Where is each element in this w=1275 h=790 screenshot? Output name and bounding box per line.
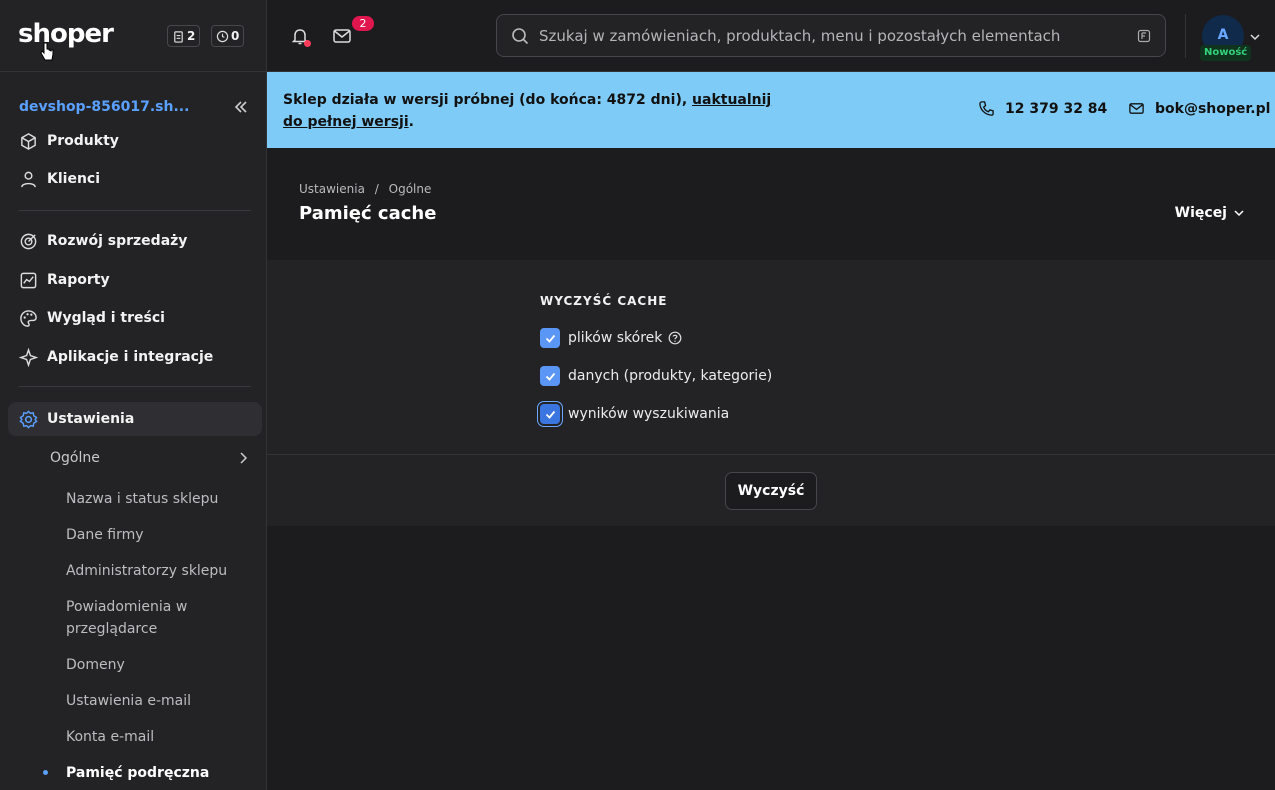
option-label: plików skórek [568,330,663,346]
check-icon [545,410,555,419]
page-title: Pamięć cache [299,203,437,224]
breadcrumb-current[interactable]: Ogólne [389,182,432,196]
sparkle-icon [19,347,38,367]
submenu-leaf-konta-email[interactable]: Konta e-mail [66,726,246,748]
submenu-ogolne[interactable]: Ogólne [50,443,250,473]
email-address: bok@shoper.pl [1155,100,1271,117]
global-search[interactable] [496,14,1166,57]
submenu-leaf-ustawienia-email[interactable]: Ustawienia e-mail [66,690,246,712]
orders-count: 2 [187,29,196,43]
box-icon [21,132,36,150]
submenu-leaf-powiadomienia[interactable]: Powiadomienia w przeglądarce [66,596,206,640]
section-title: WYCZYŚĆ CACHE [540,294,668,308]
sidebar-item-label: Raporty [47,272,110,288]
sidebar-item-label: Aplikacje i integracje [47,349,214,365]
more-label: Więcej [1174,205,1227,221]
submenu-label: Ogólne [50,450,100,466]
clipboard-icon [174,30,183,43]
submenu-leaf-domeny[interactable]: Domeny [66,654,246,676]
check-icon [545,334,555,343]
mail-icon[interactable] [332,27,352,45]
collapse-sidebar-icon[interactable] [233,99,249,115]
sidebar-item-ustawienia[interactable]: Ustawienia [8,402,262,436]
logo-bar: shoper 2 0 [0,0,266,72]
sidebar-item-label: Produkty [47,133,119,149]
breadcrumb-root[interactable]: Ustawienia [299,182,365,196]
shop-selector[interactable]: devshop-856017.sh... [19,99,249,115]
orders-counter[interactable]: 2 [167,25,201,47]
option-data[interactable]: danych (produkty, kategorie) [540,366,772,386]
mail-icon [1129,103,1144,114]
sidebar-item-raporty[interactable]: Raporty [8,263,262,297]
check-icon [545,372,555,381]
checkbox-search-results[interactable] [540,404,560,424]
cache-panel: WYCZYŚĆ CACHE plików skórek danych (prod… [267,260,1275,526]
clock-icon [216,30,229,42]
divider [19,210,251,211]
pending-counter[interactable]: 0 [211,25,245,47]
more-button[interactable]: Więcej [1175,205,1245,221]
sidebar-item-produkty[interactable]: Produkty [8,124,262,158]
sidebar-item-label: Klienci [47,171,101,187]
trial-suffix: . [408,114,414,130]
submenu-leaf-dane-firmy[interactable]: Dane firmy [66,524,246,546]
gear-icon [19,409,38,429]
checkbox-skin-files[interactable] [540,328,560,348]
option-skin-files[interactable]: plików skórek [540,328,682,348]
phone-icon [979,101,994,116]
mail-badge: 2 [352,16,374,31]
pending-count: 0 [231,29,240,43]
sidebar-item-label: Ustawienia [47,411,135,427]
hand-cursor-icon [40,42,54,61]
help-icon[interactable] [668,331,682,345]
chart-icon [20,272,37,288]
submenu-leaf-administratorzy[interactable]: Administratorzy sklepu [66,560,246,582]
sidebar-item-label: Rozwój sprzedaży [47,233,188,249]
sidebar-item-rozwoj-sprzedazy[interactable]: Rozwój sprzedaży [8,224,262,258]
clear-cache-button[interactable]: Wyczyść [725,472,817,510]
shop-name[interactable]: devshop-856017.sh... [19,99,189,115]
chevron-down-icon [1234,210,1244,217]
search-input[interactable] [539,26,1119,45]
sidebar-item-klienci[interactable]: Klienci [8,162,262,196]
breadcrumb-separator: / [374,182,379,196]
divider [19,386,251,387]
trial-banner: Sklep działa w wersji próbnej (do końca:… [267,72,1275,148]
divider [267,454,1275,455]
new-badge: Nowość [1200,45,1252,61]
chevron-down-icon[interactable] [1249,31,1261,43]
palette-icon [20,309,37,327]
option-label: wyników wyszukiwania [568,406,730,422]
support-phone[interactable]: 12 379 32 84 [978,100,1107,117]
support-email[interactable]: bok@shoper.pl [1128,100,1270,117]
target-icon [20,233,37,249]
chevron-right-icon [240,452,248,464]
option-label: danych (produkty, kategorie) [568,368,773,384]
page-header: Ustawienia / Ogólne Pamięć cache Więcej [267,148,1275,260]
sidebar-item-wyglad[interactable]: Wygląd i treści [8,301,262,335]
sidebar: shoper 2 0 devshop-856017.sh... Produkty… [0,0,267,790]
keyboard-shortcut-icon [1137,29,1151,43]
shoper-logo[interactable]: shoper [18,19,114,49]
phone-number: 12 379 32 84 [1005,100,1108,117]
submenu-leaf-pamiec-podreczna[interactable]: Pamięć podręczna [66,762,246,784]
user-icon [21,171,36,187]
notification-dot [304,40,311,47]
breadcrumb: Ustawienia / Ogólne [299,182,431,196]
sidebar-item-aplikacje[interactable]: Aplikacje i integracje [8,340,262,374]
submenu-leaf-nazwa[interactable]: Nazwa i status sklepu [66,488,246,510]
option-search-results[interactable]: wyników wyszukiwania [540,404,729,424]
search-icon [512,27,529,44]
divider [1185,14,1186,58]
trial-message: Sklep działa w wersji próbnej (do końca:… [283,89,783,133]
checkbox-data[interactable] [540,366,560,386]
sidebar-item-label: Wygląd i treści [47,310,165,326]
active-indicator [43,770,48,775]
trial-text: Sklep działa w wersji próbnej (do końca:… [283,92,693,108]
